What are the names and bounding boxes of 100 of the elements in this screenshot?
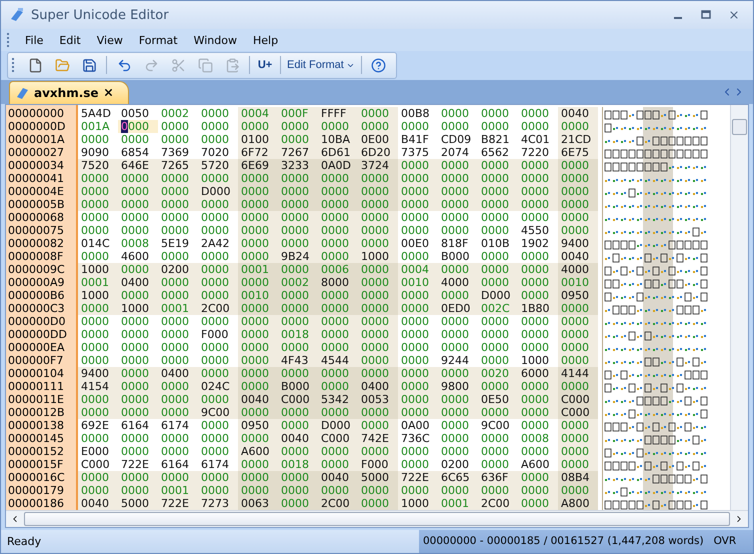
hex-word: A600 xyxy=(238,444,278,458)
hex-word: 0000 xyxy=(198,276,238,289)
hex-word: 0000 xyxy=(398,314,438,328)
hex-word: 0000 xyxy=(118,172,158,185)
hex-word: 0000 xyxy=(558,120,598,133)
hex-word: 0000 xyxy=(558,354,598,367)
vertical-scrollbar[interactable] xyxy=(730,104,748,510)
menu-item[interactable]: Window xyxy=(186,32,244,49)
hex-word: 0000 xyxy=(478,184,518,198)
hex-word: 0001 xyxy=(158,484,198,497)
horizontal-scrollbar[interactable] xyxy=(6,510,748,527)
status-message: Ready xyxy=(6,534,42,548)
hex-word: 0000 xyxy=(518,210,558,224)
hex-word: 0000 xyxy=(558,314,598,328)
hex-word: 0000 xyxy=(238,224,278,237)
hex-word: 0100 xyxy=(238,132,278,146)
hex-word: 0000 xyxy=(438,158,478,172)
hex-word: 0000 xyxy=(478,198,518,211)
hex-word: 2C00 xyxy=(478,496,518,510)
offset-cell-text: 0000000D xyxy=(7,120,66,133)
hex-word: 4544 xyxy=(318,354,358,367)
hex-word: 0000 xyxy=(118,314,158,328)
hex-word: 0950 xyxy=(558,288,598,302)
hex-word: 0000 xyxy=(198,392,238,406)
hex-word: 0010 xyxy=(398,276,438,289)
hex-word: 0000 xyxy=(478,406,518,419)
offset-cell-text: 0000011E xyxy=(7,392,65,406)
hex-word: 0000 xyxy=(158,276,198,289)
hex-word: 0000 xyxy=(158,470,198,484)
hex-word: 0000 xyxy=(158,172,198,185)
hex-word: 5720 xyxy=(198,158,238,172)
hex-word: 08B4 xyxy=(558,470,598,484)
insert-unicode-button[interactable]: U+ xyxy=(254,55,276,76)
hex-word: D000 xyxy=(318,418,358,432)
hex-word: 0000 xyxy=(398,406,438,419)
hex-word: 0000 xyxy=(518,288,558,302)
hex-word: 0000 xyxy=(558,302,598,315)
menu-item[interactable]: File xyxy=(18,32,50,49)
hex-word: 0000 xyxy=(358,314,398,328)
hex-word: 0A00 xyxy=(398,418,438,432)
menu-item[interactable]: View xyxy=(90,32,130,49)
hex-word: 000F xyxy=(278,106,318,120)
hex-word: 0000 xyxy=(238,302,278,315)
hex-word: 0000 xyxy=(318,184,358,198)
hex-word: 0000 xyxy=(398,366,438,380)
offset-cell-text: 00000041 xyxy=(7,172,65,185)
menu-item[interactable]: Help xyxy=(246,32,286,49)
hex-word: 7265 xyxy=(158,158,198,172)
hex-word: 6E69 xyxy=(238,158,278,172)
hex-word: 5000 xyxy=(118,496,158,510)
hex-word: 0000 xyxy=(358,120,398,133)
hex-word: 0000 xyxy=(558,458,598,471)
hex-word: 0000 xyxy=(318,198,358,211)
offset-cell-text: 00000000 xyxy=(7,106,65,120)
hex-word: FFFF xyxy=(318,106,358,120)
menu-item[interactable]: Edit xyxy=(52,32,88,49)
hex-word: 0000 xyxy=(318,484,358,497)
hex-word: 0000 xyxy=(238,250,278,263)
offset-cell-text: 00000075 xyxy=(7,224,65,237)
offset-cell-text: 000000C3 xyxy=(7,302,66,315)
hex-word: 0000 xyxy=(518,262,558,276)
hex-word: 0000 xyxy=(118,406,158,419)
offset-cell-text: 00000027 xyxy=(7,146,65,159)
hex-word: 0000 xyxy=(278,120,318,133)
edit-format-dropdown[interactable]: Edit Format xyxy=(285,55,357,76)
hex-word: 0000 xyxy=(518,496,558,510)
tab-label: avxhm.se xyxy=(34,86,99,100)
hex-word: 0000 xyxy=(438,210,478,224)
hex-word: 0000 xyxy=(558,224,598,237)
hex-word: 0000 xyxy=(358,106,398,120)
hex-word: 0000 xyxy=(278,172,318,185)
hex-word: 0018 xyxy=(278,328,318,341)
offset-cell-text: 00000152 xyxy=(7,444,65,458)
hex-word: F000 xyxy=(358,458,398,471)
hex-word: 9B24 xyxy=(278,250,318,263)
hex-word: 0001 xyxy=(238,262,278,276)
hex-word: 0000 xyxy=(78,198,118,211)
hex-word: 7520 xyxy=(78,158,118,172)
hex-word: 0000 xyxy=(318,250,358,263)
status-range: 00000000 - 00000185 / 00161527 (1,447,208 words) xyxy=(423,535,704,548)
hex-word: 7273 xyxy=(198,496,238,510)
hex-word: 0000 xyxy=(198,198,238,211)
hex-word: 0063 xyxy=(238,496,278,510)
document-tab[interactable]: avxhm.se xyxy=(9,80,129,104)
hex-word: 0000 xyxy=(158,210,198,224)
hex-word: 0000 xyxy=(358,340,398,354)
hex-word: 0000 xyxy=(518,276,558,289)
app-icon xyxy=(9,7,25,24)
hex-word: 0000 xyxy=(78,184,118,198)
hex-word: 0000 xyxy=(358,184,398,198)
close-icon[interactable] xyxy=(102,87,114,98)
hex-word: 0000 xyxy=(78,210,118,224)
hex-word: 0000 xyxy=(558,184,598,198)
hex-word: 0000 xyxy=(438,418,478,432)
hex-word: 0000 xyxy=(118,392,158,406)
hex-word: 0000 xyxy=(358,328,398,341)
hex-word: 0000 xyxy=(438,288,478,302)
menu-item[interactable]: Format xyxy=(132,32,185,49)
hex-word: 2C00 xyxy=(198,302,238,315)
offset-cell-text: 0000012B xyxy=(7,406,66,419)
